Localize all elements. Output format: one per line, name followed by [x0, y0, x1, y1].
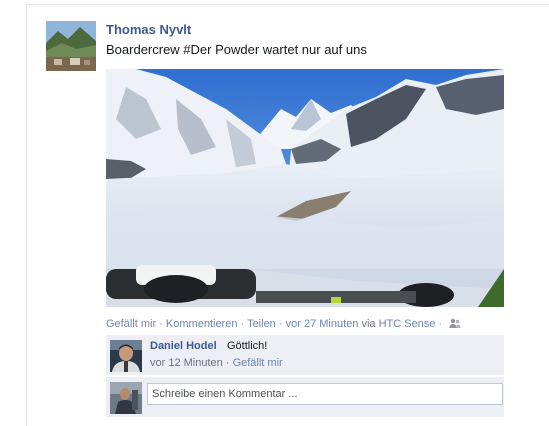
comment-author-name[interactable]: Daniel Hodel	[150, 340, 217, 352]
author-avatar[interactable]	[46, 21, 96, 71]
via-text: via	[361, 318, 376, 330]
separator: ·	[240, 318, 245, 330]
post-actions: Gefällt mir · Kommentieren · Teilen · vo…	[106, 318, 461, 332]
comment-like-link[interactable]: Gefällt mir	[233, 357, 283, 369]
friends-icon[interactable]	[449, 318, 461, 332]
post-author-name[interactable]: Thomas Nyvlt	[106, 22, 191, 37]
comment-section: Daniel Hodel Göttlich! vor 12 Minuten · …	[106, 335, 504, 417]
app-link[interactable]: HTC Sense	[379, 318, 436, 330]
person-photo-icon	[110, 382, 142, 414]
person-photo-icon	[110, 340, 142, 372]
comment-link[interactable]: Kommentieren	[166, 318, 238, 330]
comment-item: Daniel Hodel Göttlich! vor 12 Minuten · …	[106, 335, 504, 375]
separator: ·	[438, 318, 443, 330]
viewer-avatar	[110, 382, 142, 414]
snowy-mountain-photo-icon	[106, 69, 504, 307]
comment-composer	[106, 377, 504, 417]
avatar-image-icon	[46, 21, 96, 71]
separator: ·	[225, 357, 230, 369]
comment-meta: vor 12 Minuten · Gefällt mir	[150, 357, 283, 369]
timestamp-link[interactable]: vor 27 Minuten	[286, 318, 359, 330]
separator: ·	[159, 318, 163, 330]
commenter-avatar[interactable]	[110, 340, 142, 372]
post-text: Boardercrew #Der Powder wartet nur auf u…	[106, 42, 367, 57]
like-link[interactable]: Gefällt mir	[106, 318, 156, 330]
left-divider	[26, 4, 27, 426]
share-link[interactable]: Teilen	[247, 318, 276, 330]
comment-time[interactable]: vor 12 Minuten	[150, 357, 223, 369]
separator: ·	[278, 318, 283, 330]
top-divider	[26, 4, 549, 5]
comment-input[interactable]	[147, 383, 503, 405]
comment-text: Göttlich!	[227, 340, 268, 352]
post-photo[interactable]	[106, 69, 504, 307]
